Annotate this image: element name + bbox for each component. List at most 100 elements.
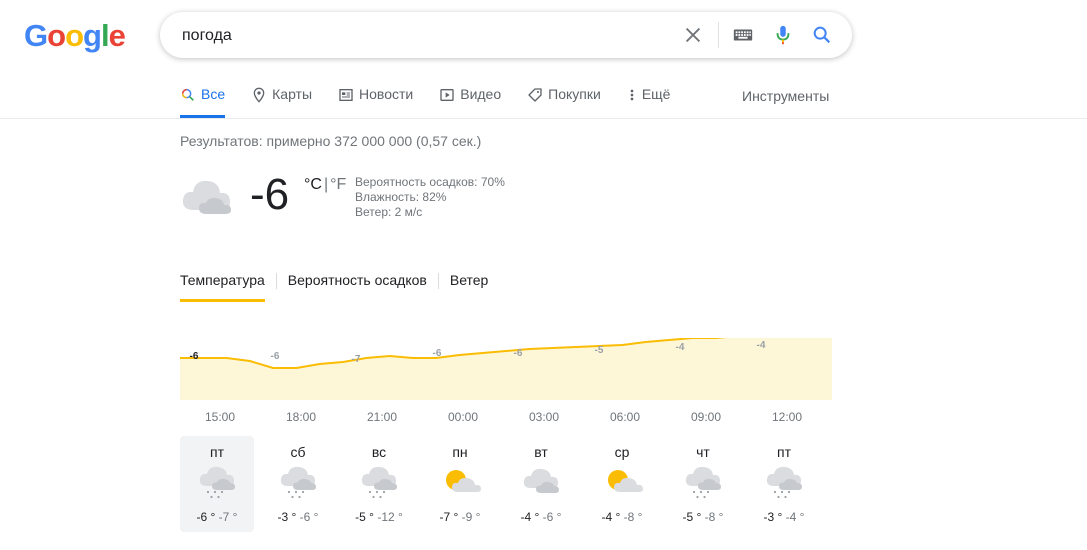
video-icon (440, 89, 454, 101)
tab-separator (275, 273, 277, 289)
tab-wind[interactable]: Ветер (450, 272, 489, 299)
day-high: -4 ° (601, 510, 621, 524)
day-name: вт (534, 444, 548, 460)
hour-label: 12:00 (771, 410, 803, 424)
day-high: -7 ° (439, 510, 459, 524)
tab-all[interactable]: Все (180, 86, 226, 118)
hour-label: 09:00 (690, 410, 722, 424)
tab-label: Все (201, 86, 226, 102)
logo-letter: g (83, 18, 102, 53)
logo-letter: e (108, 18, 126, 53)
day-temps: -4 ° -8 ° (585, 510, 659, 524)
snow-cloud-icon (361, 466, 397, 499)
tab-separator (437, 273, 439, 289)
tab-label: Видео (460, 86, 502, 102)
unit-switch: °C | °F (304, 176, 346, 194)
day-forecast[interactable]: пт -3 ° -4 ° (747, 436, 821, 532)
day-forecast[interactable]: вс -5 ° -12 ° (342, 436, 416, 532)
search-icon[interactable] (811, 24, 833, 46)
logo-letter: o (47, 18, 66, 53)
day-name: чт (696, 444, 710, 460)
tab-temperature[interactable]: Температура (180, 272, 265, 302)
search-input[interactable] (180, 20, 664, 52)
chart-point-label: -6 (433, 348, 442, 359)
day-high: -4 ° (520, 510, 540, 524)
day-name: ср (614, 444, 630, 460)
chart-point-label: -6 (271, 351, 280, 362)
unit-separator: | (323, 176, 329, 193)
day-temps: -4 ° -6 ° (504, 510, 578, 524)
tab-label: Ещё (641, 86, 671, 102)
hour-label: 03:00 (528, 410, 560, 424)
result-stats: Результатов: примерно 372 000 000 (0,57 … (180, 133, 482, 149)
search-icon (181, 88, 194, 101)
chart-point-label: -7 (352, 354, 361, 365)
tab-label: Новости (359, 86, 414, 102)
humidity: Влажность: 82% (355, 190, 447, 204)
day-low: -6 ° (542, 510, 562, 524)
weather-details: Вероятность осадков: 70% Влажность: 82% … (355, 175, 505, 220)
day-name: пт (777, 444, 791, 460)
more-vert-icon (630, 89, 634, 101)
hour-labels: 15:00 18:00 21:00 00:00 03:00 06:00 09:0… (180, 410, 832, 426)
day-low: -4 ° (785, 510, 805, 524)
google-logo[interactable]: Google (24, 18, 126, 54)
mic-icon[interactable] (772, 24, 794, 46)
tab-more[interactable]: Ещё (627, 86, 671, 118)
logo-letter: G (24, 18, 48, 53)
day-low: -9 ° (461, 510, 481, 524)
day-name: пн (452, 444, 468, 460)
day-low: -6 ° (299, 510, 319, 524)
partly-sunny-icon (608, 470, 643, 492)
hour-label: 15:00 (204, 410, 236, 424)
search-tabs: Все Карты Новости Видео Покупки Ещё (180, 86, 696, 118)
snow-cloud-icon (766, 466, 802, 499)
precipitation-chance: Вероятность осадков: 70% (355, 175, 505, 189)
cloudy-icon (182, 180, 231, 214)
tab-label: Карты (272, 86, 313, 102)
tag-icon (528, 88, 542, 102)
day-forecast[interactable]: вт -4 ° -6 ° (504, 436, 578, 532)
day-high: -5 ° (355, 510, 374, 524)
tab-precipitation[interactable]: Вероятность осадков (288, 272, 427, 299)
day-forecast[interactable]: пт -6 ° -7 ° (180, 436, 254, 532)
clear-icon[interactable] (682, 24, 704, 46)
snow-cloud-icon (685, 466, 721, 499)
unit-fahrenheit[interactable]: °F (330, 176, 346, 193)
day-forecast[interactable]: чт -5 ° -8 ° (666, 436, 740, 532)
day-low: -7 ° (218, 510, 238, 524)
snow-cloud-icon (199, 466, 235, 499)
tab-label: Покупки (548, 86, 601, 102)
day-forecast[interactable]: ср -4 ° -8 ° (585, 436, 659, 532)
keyboard-icon[interactable] (732, 24, 754, 46)
header-divider (0, 118, 1087, 119)
tab-news[interactable]: Новости (338, 86, 413, 118)
day-low: -8 ° (704, 510, 724, 524)
search-box (160, 12, 852, 58)
day-name: пт (210, 444, 224, 460)
day-temps: -5 ° -12 ° (342, 510, 416, 524)
hour-label: 18:00 (285, 410, 317, 424)
daily-forecast: пт -6 ° -7 ° сб -3 ° -6 ° вс -5 ° -12 ° пн -7 °… (180, 436, 836, 532)
tools-button[interactable]: Инструменты (742, 88, 829, 104)
day-forecast[interactable]: сб -3 ° -6 ° (261, 436, 335, 532)
cloudy-icon (523, 468, 559, 493)
day-forecast[interactable]: пн -7 ° -9 ° (423, 436, 497, 532)
logo-letter: o (65, 18, 84, 53)
chart-point-label: -6 (514, 348, 523, 359)
hour-label: 21:00 (366, 410, 398, 424)
snow-cloud-icon (280, 466, 316, 499)
tab-video[interactable]: Видео (439, 86, 501, 118)
unit-celsius[interactable]: °C (304, 176, 322, 193)
chart-point-label: -4 (676, 342, 685, 353)
partly-sunny-icon (446, 470, 481, 492)
day-high: -3 ° (763, 510, 783, 524)
temperature-chart[interactable]: -6 -6 -7 -6 -6 -5 -4 -4 (180, 338, 832, 400)
day-high: -6 ° (196, 510, 216, 524)
search-divider (718, 22, 719, 48)
day-high: -3 ° (277, 510, 297, 524)
hour-label: 00:00 (447, 410, 479, 424)
day-temps: -3 ° -4 ° (747, 510, 821, 524)
tab-shopping[interactable]: Покупки (527, 86, 601, 118)
tab-maps[interactable]: Карты (251, 86, 312, 118)
